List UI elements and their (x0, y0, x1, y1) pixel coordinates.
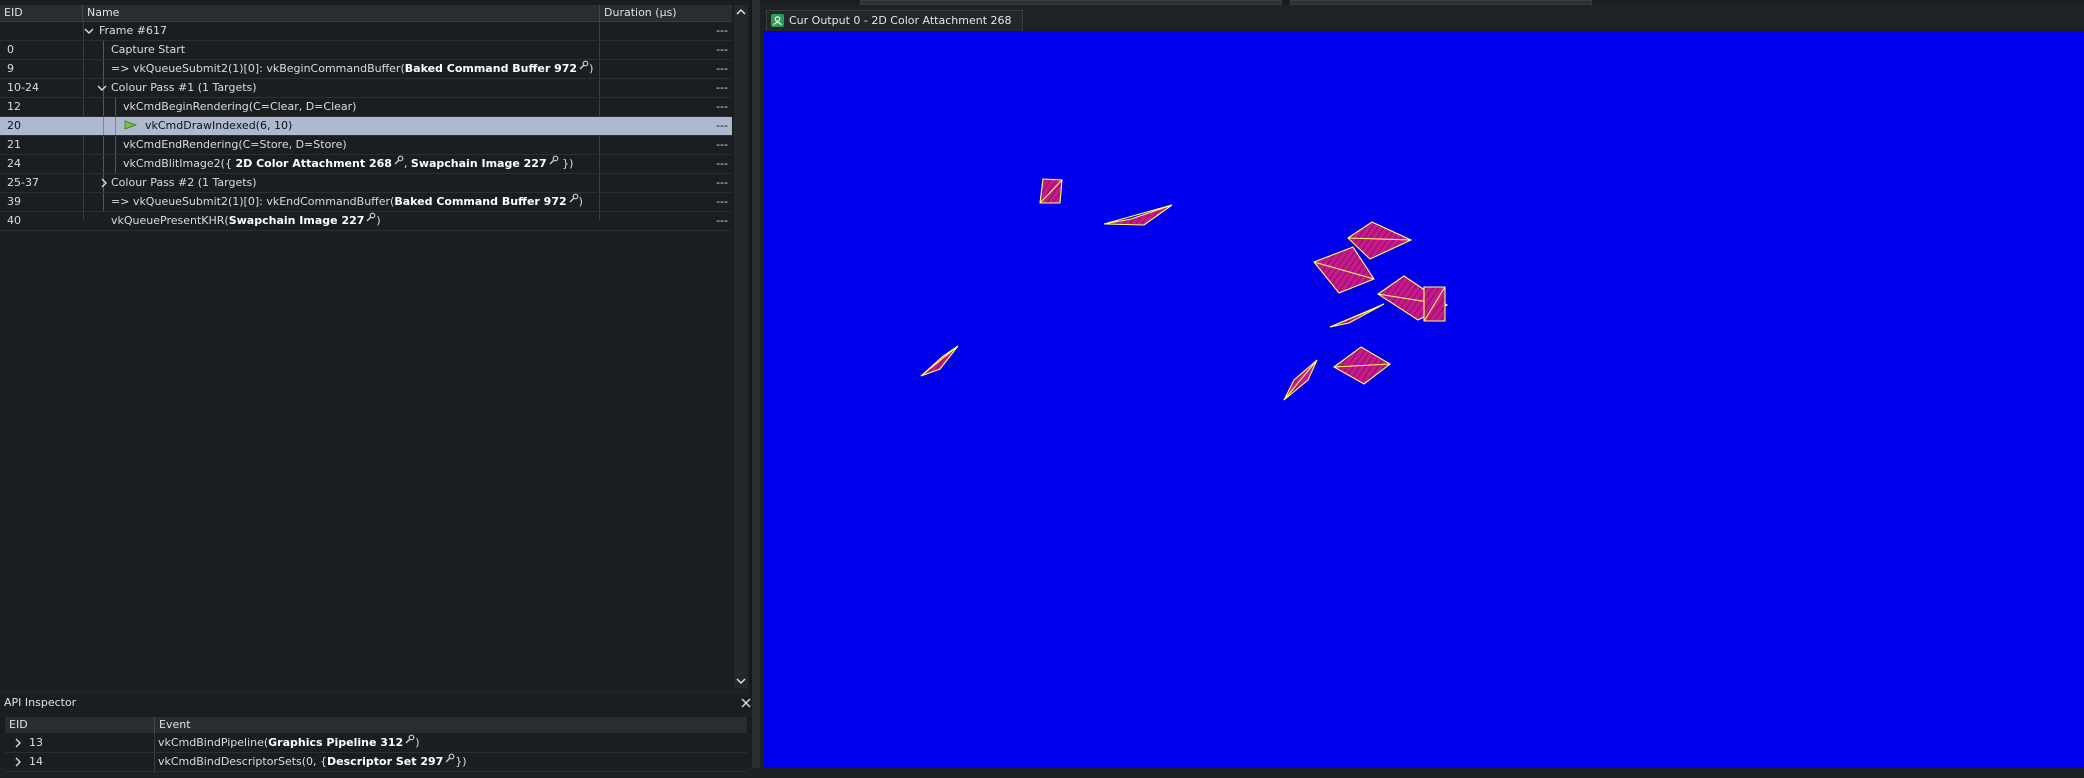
rendered-edge (1329, 303, 1385, 328)
event-duration: --- (716, 43, 728, 56)
event-eid: 21 (7, 138, 21, 151)
event-row-colour-pass-2[interactable]: 25-37 Colour Pass #2 (1 Targets) --- (0, 174, 732, 193)
resource-link[interactable]: Baked Command Buffer 972 (405, 62, 577, 75)
tab-cur-output[interactable]: Cur Output 0 - 2D Color Attachment 268 (766, 10, 1023, 31)
event-browser-panel: EID Name Duration (µs) Frame #617 --- 0 … (0, 0, 750, 690)
event-name: => vkQueueSubmit2(1)[0]: vkEndCommandBuf… (111, 193, 583, 208)
api-eid: 13 (29, 736, 43, 749)
column-header-duration[interactable]: Duration (µs) (600, 5, 732, 21)
resource-link[interactable]: Swapchain Image 227 (229, 214, 365, 227)
panel-title: API Inspector (4, 696, 77, 709)
link-icon[interactable] (568, 193, 579, 204)
event-eid: 12 (7, 100, 21, 113)
event-row[interactable]: 39 => vkQueueSubmit2(1)[0]: vkEndCommand… (0, 193, 732, 212)
resource-link[interactable]: 2D Color Attachment 268 (235, 157, 391, 170)
column-header-eid[interactable]: EID (5, 717, 155, 733)
event-name: Frame #617 (99, 24, 167, 37)
link-icon[interactable] (365, 212, 376, 223)
link-icon[interactable] (393, 155, 404, 166)
link-icon[interactable] (578, 60, 589, 71)
event-browser-scrollbar[interactable] (734, 5, 748, 688)
texture-viewport[interactable] (764, 31, 2084, 768)
event-name: vkCmdBeginRendering(C=Clear, D=Clear) (123, 100, 357, 113)
event-duration: --- (716, 157, 728, 170)
event-name: vkCmdBlitImage2({ 2D Color Attachment 26… (123, 155, 574, 170)
tab-label: Cur Output 0 - 2D Color Attachment 268 (789, 14, 1012, 27)
event-name: Colour Pass #2 (1 Targets) (111, 176, 257, 189)
resource-link[interactable]: Graphics Pipeline 312 (268, 736, 403, 749)
event-eid: 20 (7, 119, 21, 132)
link-icon[interactable] (404, 734, 415, 745)
api-inspector-header: EID Event (5, 717, 747, 733)
event-eid: 0 (7, 43, 14, 56)
toolbar-strip (760, 0, 2084, 5)
event-list: Frame #617 --- 0 Capture Start --- 9 => … (0, 22, 732, 231)
event-eid: 24 (7, 157, 21, 170)
event-row[interactable]: 0 Capture Start --- (0, 41, 732, 60)
column-header-event[interactable]: Event (155, 717, 747, 733)
event-row-selected[interactable]: 20 vkCmdDrawIndexed(6, 10) --- (0, 117, 732, 136)
event-eid: 25-37 (7, 176, 39, 189)
event-row[interactable]: 12 vkCmdBeginRendering(C=Clear, D=Clear)… (0, 98, 732, 117)
api-event: vkCmdBindPipeline(Graphics Pipeline 312) (158, 734, 420, 749)
event-duration: --- (716, 176, 728, 189)
resource-link[interactable]: Baked Command Buffer 972 (394, 195, 566, 208)
panel-splitter[interactable] (752, 0, 760, 768)
event-duration: --- (716, 81, 728, 94)
event-duration: --- (716, 138, 728, 151)
scroll-up-icon[interactable] (734, 5, 748, 19)
api-event: vkCmdBindDescriptorSets(0, {Descriptor S… (158, 753, 467, 768)
event-name: Capture Start (111, 43, 186, 56)
event-name: vkCmdEndRendering(C=Store, D=Store) (123, 138, 347, 151)
event-row-colour-pass-1[interactable]: 10-24 Colour Pass #1 (1 Targets) --- (0, 79, 732, 98)
event-name: vkCmdDrawIndexed(6, 10) (145, 119, 293, 132)
texture-viewer-panel: Cur Output 0 - 2D Color Attachment 268 (760, 0, 2084, 768)
event-row[interactable]: 40 vkQueuePresentKHR(Swapchain Image 227… (0, 212, 732, 231)
rendered-output-image (920, 178, 1449, 401)
resource-link[interactable]: Descriptor Set 297 (327, 755, 443, 768)
event-eid: 9 (7, 62, 14, 75)
rendered-edge (1283, 359, 1318, 401)
api-row[interactable]: 13 vkCmdBindPipeline(Graphics Pipeline 3… (5, 734, 747, 753)
event-duration: --- (716, 195, 728, 208)
event-eid: 10-24 (7, 81, 39, 94)
event-duration: --- (716, 62, 728, 75)
scroll-down-icon[interactable] (734, 674, 748, 688)
event-duration: --- (716, 214, 728, 227)
event-eid: 40 (7, 214, 21, 227)
event-row-frame[interactable]: Frame #617 --- (0, 22, 732, 41)
event-row[interactable]: 24 vkCmdBlitImage2({ 2D Color Attachment… (0, 155, 732, 174)
resource-link[interactable]: Swapchain Image 227 (411, 157, 547, 170)
event-browser-header: EID Name Duration (µs) (0, 5, 732, 22)
event-eid: 39 (7, 195, 21, 208)
rendered-edge (920, 345, 959, 377)
event-name: Colour Pass #1 (1 Targets) (111, 81, 257, 94)
event-row[interactable]: 9 => vkQueueSubmit2(1)[0]: vkBeginComman… (0, 60, 732, 79)
event-duration: --- (716, 119, 728, 132)
link-icon[interactable] (548, 155, 559, 166)
link-icon[interactable] (444, 753, 455, 764)
api-eid: 14 (29, 755, 43, 768)
api-row[interactable]: 14 vkCmdBindDescriptorSets(0, {Descripto… (5, 753, 747, 772)
close-icon[interactable] (739, 695, 753, 711)
event-row[interactable]: 21 vkCmdEndRendering(C=Store, D=Store) -… (0, 136, 732, 155)
chevron-right-icon[interactable] (13, 753, 23, 778)
api-inspector-panel: API Inspector EID Event 13 vkCmdBindPipe… (0, 695, 753, 773)
column-header-name[interactable]: Name (83, 5, 600, 21)
texture-icon (771, 14, 784, 27)
event-name: vkQueuePresentKHR(Swapchain Image 227) (111, 212, 381, 227)
event-name: => vkQueueSubmit2(1)[0]: vkBeginCommandB… (111, 60, 594, 75)
event-duration: --- (716, 100, 728, 113)
event-duration: --- (716, 24, 728, 37)
column-header-eid[interactable]: EID (0, 5, 83, 21)
